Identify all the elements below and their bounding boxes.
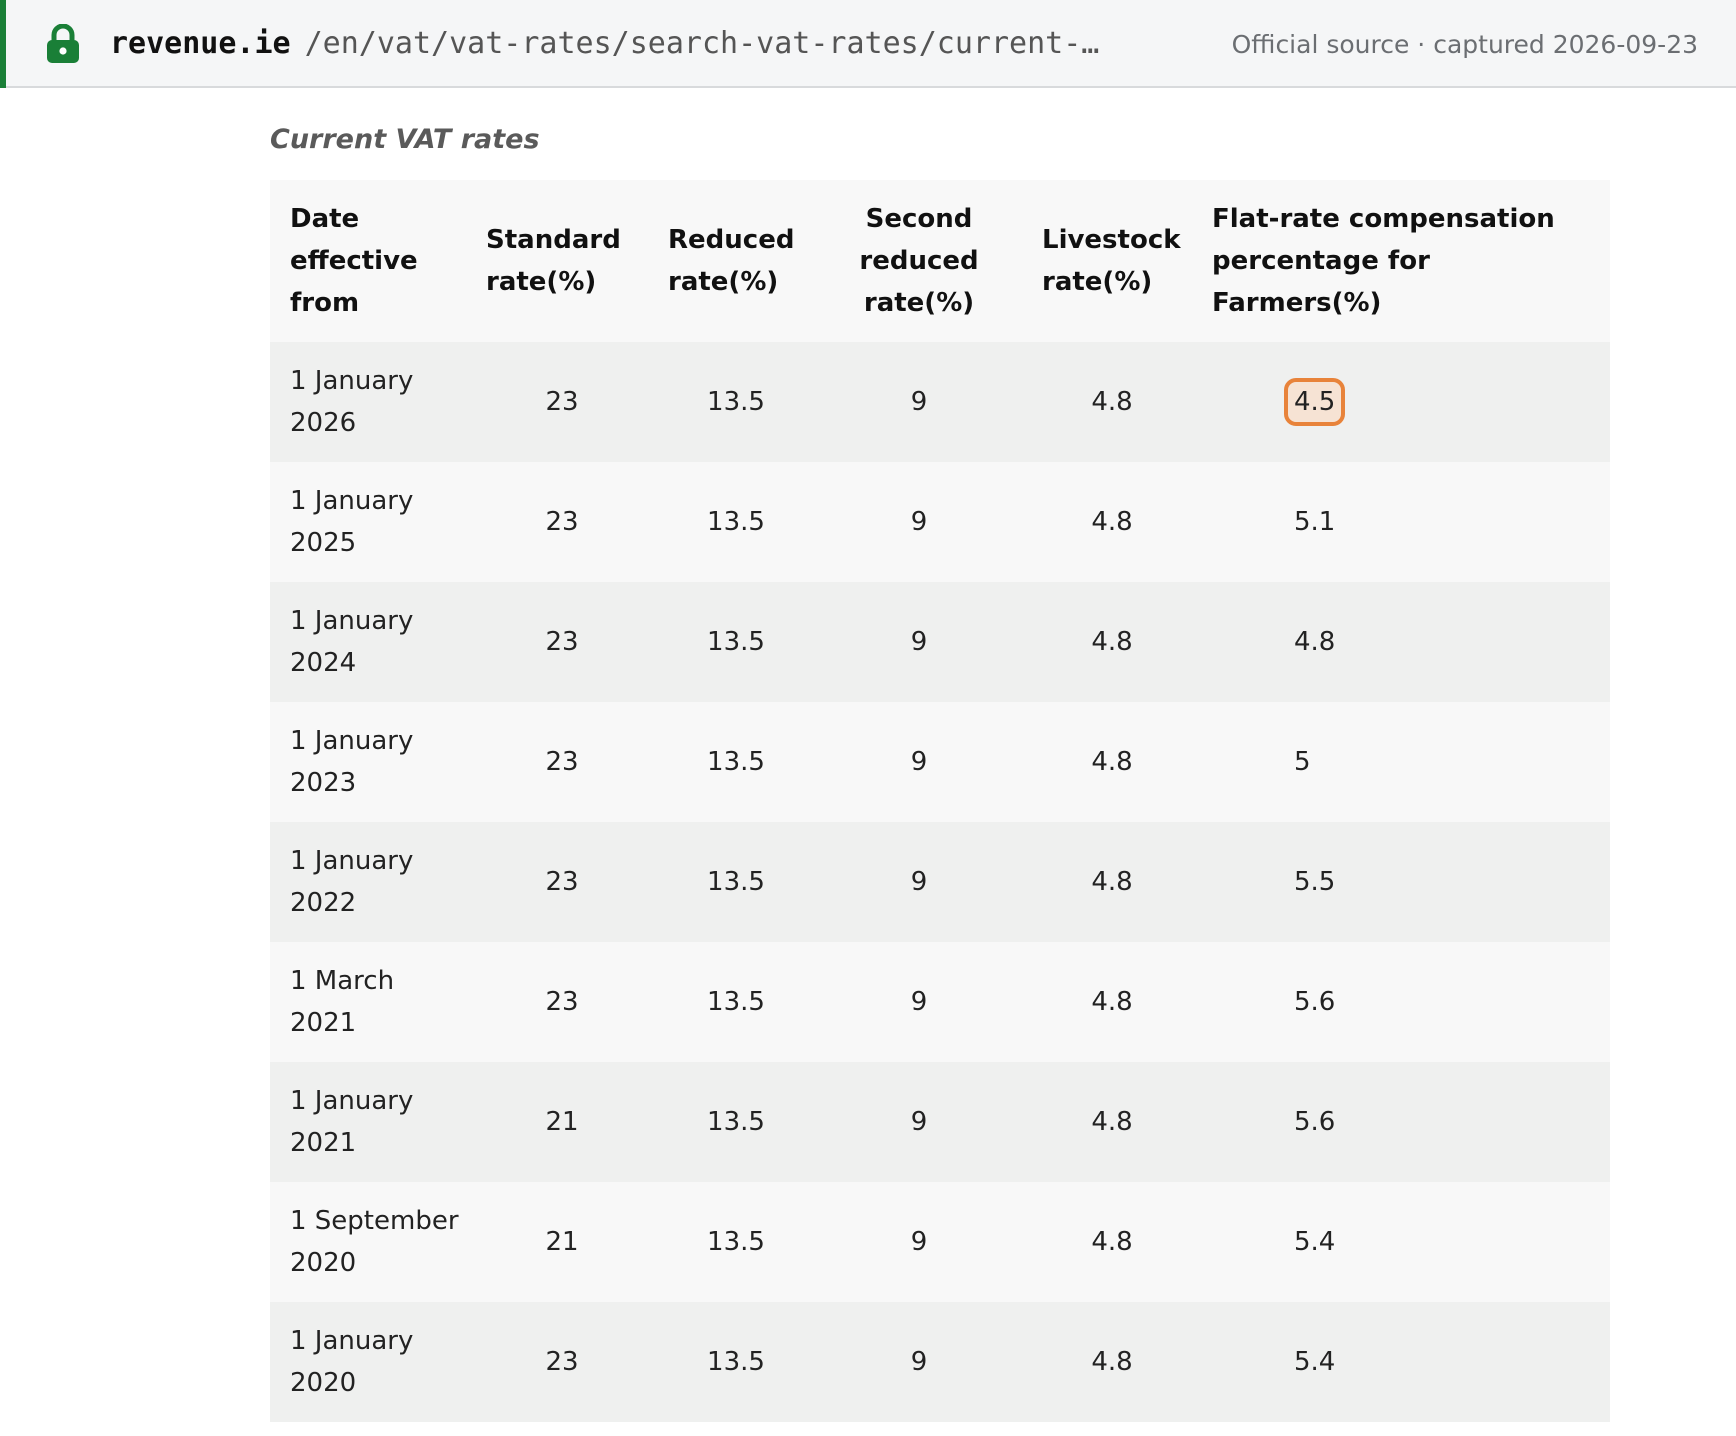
reduced-rate-cell: 13.5 bbox=[707, 1107, 765, 1137]
second-reduced-rate-cell: 9 bbox=[910, 987, 928, 1017]
date-effective-cell: 1 January 2026 bbox=[290, 366, 414, 438]
date-effective-cell: 1 September 2020 bbox=[290, 1206, 459, 1278]
date-effective-cell: 1 January 2020 bbox=[290, 1326, 414, 1398]
header-reduced-rate: Reduced rate(%) bbox=[648, 180, 824, 342]
livestock-rate-cell: 4.8 bbox=[1091, 1227, 1133, 1257]
accent-stripe bbox=[0, 0, 6, 88]
standard-rate-cell: 23 bbox=[545, 987, 579, 1017]
header-date-effective: Date effective from bbox=[270, 180, 476, 342]
standard-rate-cell: 23 bbox=[545, 507, 579, 537]
reduced-rate-cell: 13.5 bbox=[707, 987, 765, 1017]
second-reduced-rate-cell: 9 bbox=[910, 627, 928, 657]
flat-rate-cell: 5.5 bbox=[1294, 867, 1336, 897]
date-effective-cell: 1 March 2021 bbox=[290, 966, 395, 1038]
date-effective-cell: 1 January 2021 bbox=[290, 1086, 414, 1158]
flat-rate-cell: 5.4 bbox=[1294, 1347, 1336, 1377]
flat-rate-cell: 5.6 bbox=[1294, 987, 1336, 1017]
reduced-rate-cell: 13.5 bbox=[707, 507, 765, 537]
highlighted-value: 4.5 bbox=[1284, 378, 1346, 426]
reduced-rate-cell: 13.5 bbox=[707, 1347, 765, 1377]
livestock-rate-cell: 4.8 bbox=[1091, 627, 1133, 657]
second-reduced-rate-cell: 9 bbox=[910, 747, 928, 777]
header-line: rate(%) bbox=[1042, 267, 1153, 297]
reduced-rate-cell: 13.5 bbox=[707, 867, 765, 897]
livestock-rate-cell: 4.8 bbox=[1091, 867, 1133, 897]
second-reduced-rate-cell: 9 bbox=[910, 1227, 928, 1257]
date-effective-cell: 1 January 2024 bbox=[290, 606, 414, 678]
standard-rate-cell: 21 bbox=[545, 1227, 579, 1257]
header-line: rate(%) bbox=[863, 288, 975, 318]
header-line: from bbox=[290, 288, 360, 318]
second-reduced-rate-cell: 9 bbox=[910, 387, 928, 417]
standard-rate-cell: 21 bbox=[545, 1107, 579, 1137]
table-row: 1 January 2022 23 13.5 9 4.8 5.5 bbox=[270, 822, 1610, 942]
table-row: 1 January 2026 23 13.5 9 4.8 4.5 bbox=[270, 342, 1610, 462]
table-row: 1 January 2021 21 13.5 9 4.8 5.6 bbox=[270, 1062, 1610, 1182]
header-line: Farmers(%) bbox=[1212, 288, 1382, 318]
url-text[interactable]: revenue.ie/en/vat/vat-rates/search-vat-r… bbox=[110, 26, 1099, 62]
header-livestock-rate: Livestock rate(%) bbox=[1014, 180, 1210, 342]
header-standard-rate: Standard rate(%) bbox=[476, 180, 648, 342]
source-note: Official source · captured 2026-09-23 bbox=[1231, 30, 1698, 59]
livestock-rate-cell: 4.8 bbox=[1091, 1347, 1133, 1377]
header-line: rate(%) bbox=[486, 267, 597, 297]
header-line: Standard bbox=[486, 225, 621, 255]
flat-rate-cell: 4.5 bbox=[1210, 342, 1610, 462]
table-row: 1 January 2023 23 13.5 9 4.8 5 bbox=[270, 702, 1610, 822]
table-row: 1 September 2020 21 13.5 9 4.8 5.4 bbox=[270, 1182, 1610, 1302]
flat-rate-cell: 4.8 bbox=[1294, 627, 1336, 657]
header-line: Second bbox=[865, 204, 973, 234]
livestock-rate-cell: 4.8 bbox=[1091, 1107, 1133, 1137]
url-path: /en/vat/vat-rates/search-vat-rates/curre… bbox=[304, 26, 1100, 61]
vat-rates-table: Date effective from Standard rate(%) Reduce… bbox=[270, 180, 1610, 1422]
url-domain: revenue.ie bbox=[110, 26, 291, 61]
table-row: 1 January 2025 23 13.5 9 4.8 5.1 bbox=[270, 462, 1610, 582]
reduced-rate-cell: 13.5 bbox=[707, 627, 765, 657]
standard-rate-cell: 23 bbox=[545, 747, 579, 777]
header-line: rate(%) bbox=[668, 267, 779, 297]
reduced-rate-cell: 13.5 bbox=[707, 747, 765, 777]
livestock-rate-cell: 4.8 bbox=[1091, 387, 1133, 417]
table-header-row: Date effective from Standard rate(%) Reduce… bbox=[270, 180, 1610, 342]
lock-icon bbox=[47, 24, 79, 63]
header-line: effective bbox=[290, 246, 418, 276]
table-row: 1 January 2024 23 13.5 9 4.8 4.8 bbox=[270, 582, 1610, 702]
livestock-rate-cell: 4.8 bbox=[1091, 987, 1133, 1017]
flat-rate-cell: 5 bbox=[1294, 747, 1311, 777]
second-reduced-rate-cell: 9 bbox=[910, 1347, 928, 1377]
url-bar[interactable]: revenue.ie/en/vat/vat-rates/search-vat-r… bbox=[0, 0, 1736, 88]
table-row: 1 January 2020 23 13.5 9 4.8 5.4 bbox=[270, 1302, 1610, 1422]
standard-rate-cell: 23 bbox=[545, 867, 579, 897]
flat-rate-cell: 5.6 bbox=[1294, 1107, 1336, 1137]
standard-rate-cell: 23 bbox=[545, 627, 579, 657]
second-reduced-rate-cell: 9 bbox=[910, 507, 928, 537]
header-line: Reduced bbox=[668, 225, 795, 255]
date-effective-cell: 1 January 2022 bbox=[290, 846, 414, 918]
livestock-rate-cell: 4.8 bbox=[1091, 747, 1133, 777]
date-effective-cell: 1 January 2023 bbox=[290, 726, 414, 798]
standard-rate-cell: 23 bbox=[545, 387, 579, 417]
flat-rate-cell: 5.1 bbox=[1294, 507, 1336, 537]
header-line: reduced bbox=[859, 246, 979, 276]
table-row: 1 March 2021 23 13.5 9 4.8 5.6 bbox=[270, 942, 1610, 1062]
flat-rate-cell: 5.4 bbox=[1294, 1227, 1336, 1257]
header-line: percentage for bbox=[1212, 246, 1430, 276]
livestock-rate-cell: 4.8 bbox=[1091, 507, 1133, 537]
second-reduced-rate-cell: 9 bbox=[910, 867, 928, 897]
header-line: Livestock bbox=[1042, 225, 1181, 255]
table-body: 1 January 2026 23 13.5 9 4.8 4.5 1 January 202… bbox=[270, 342, 1610, 1422]
header-line: Date bbox=[290, 204, 360, 234]
standard-rate-cell: 23 bbox=[545, 1347, 579, 1377]
header-line: Flat-rate compensation bbox=[1212, 204, 1555, 234]
table-caption: Current VAT rates bbox=[270, 124, 540, 155]
second-reduced-rate-cell: 9 bbox=[910, 1107, 928, 1137]
header-flat-rate-compensation: Flat-rate compensation percentage for Farm… bbox=[1210, 180, 1610, 342]
reduced-rate-cell: 13.5 bbox=[707, 1227, 765, 1257]
header-second-reduced-rate: Second reduced rate(%) bbox=[824, 180, 1014, 342]
date-effective-cell: 1 January 2025 bbox=[290, 486, 414, 558]
reduced-rate-cell: 13.5 bbox=[707, 387, 765, 417]
